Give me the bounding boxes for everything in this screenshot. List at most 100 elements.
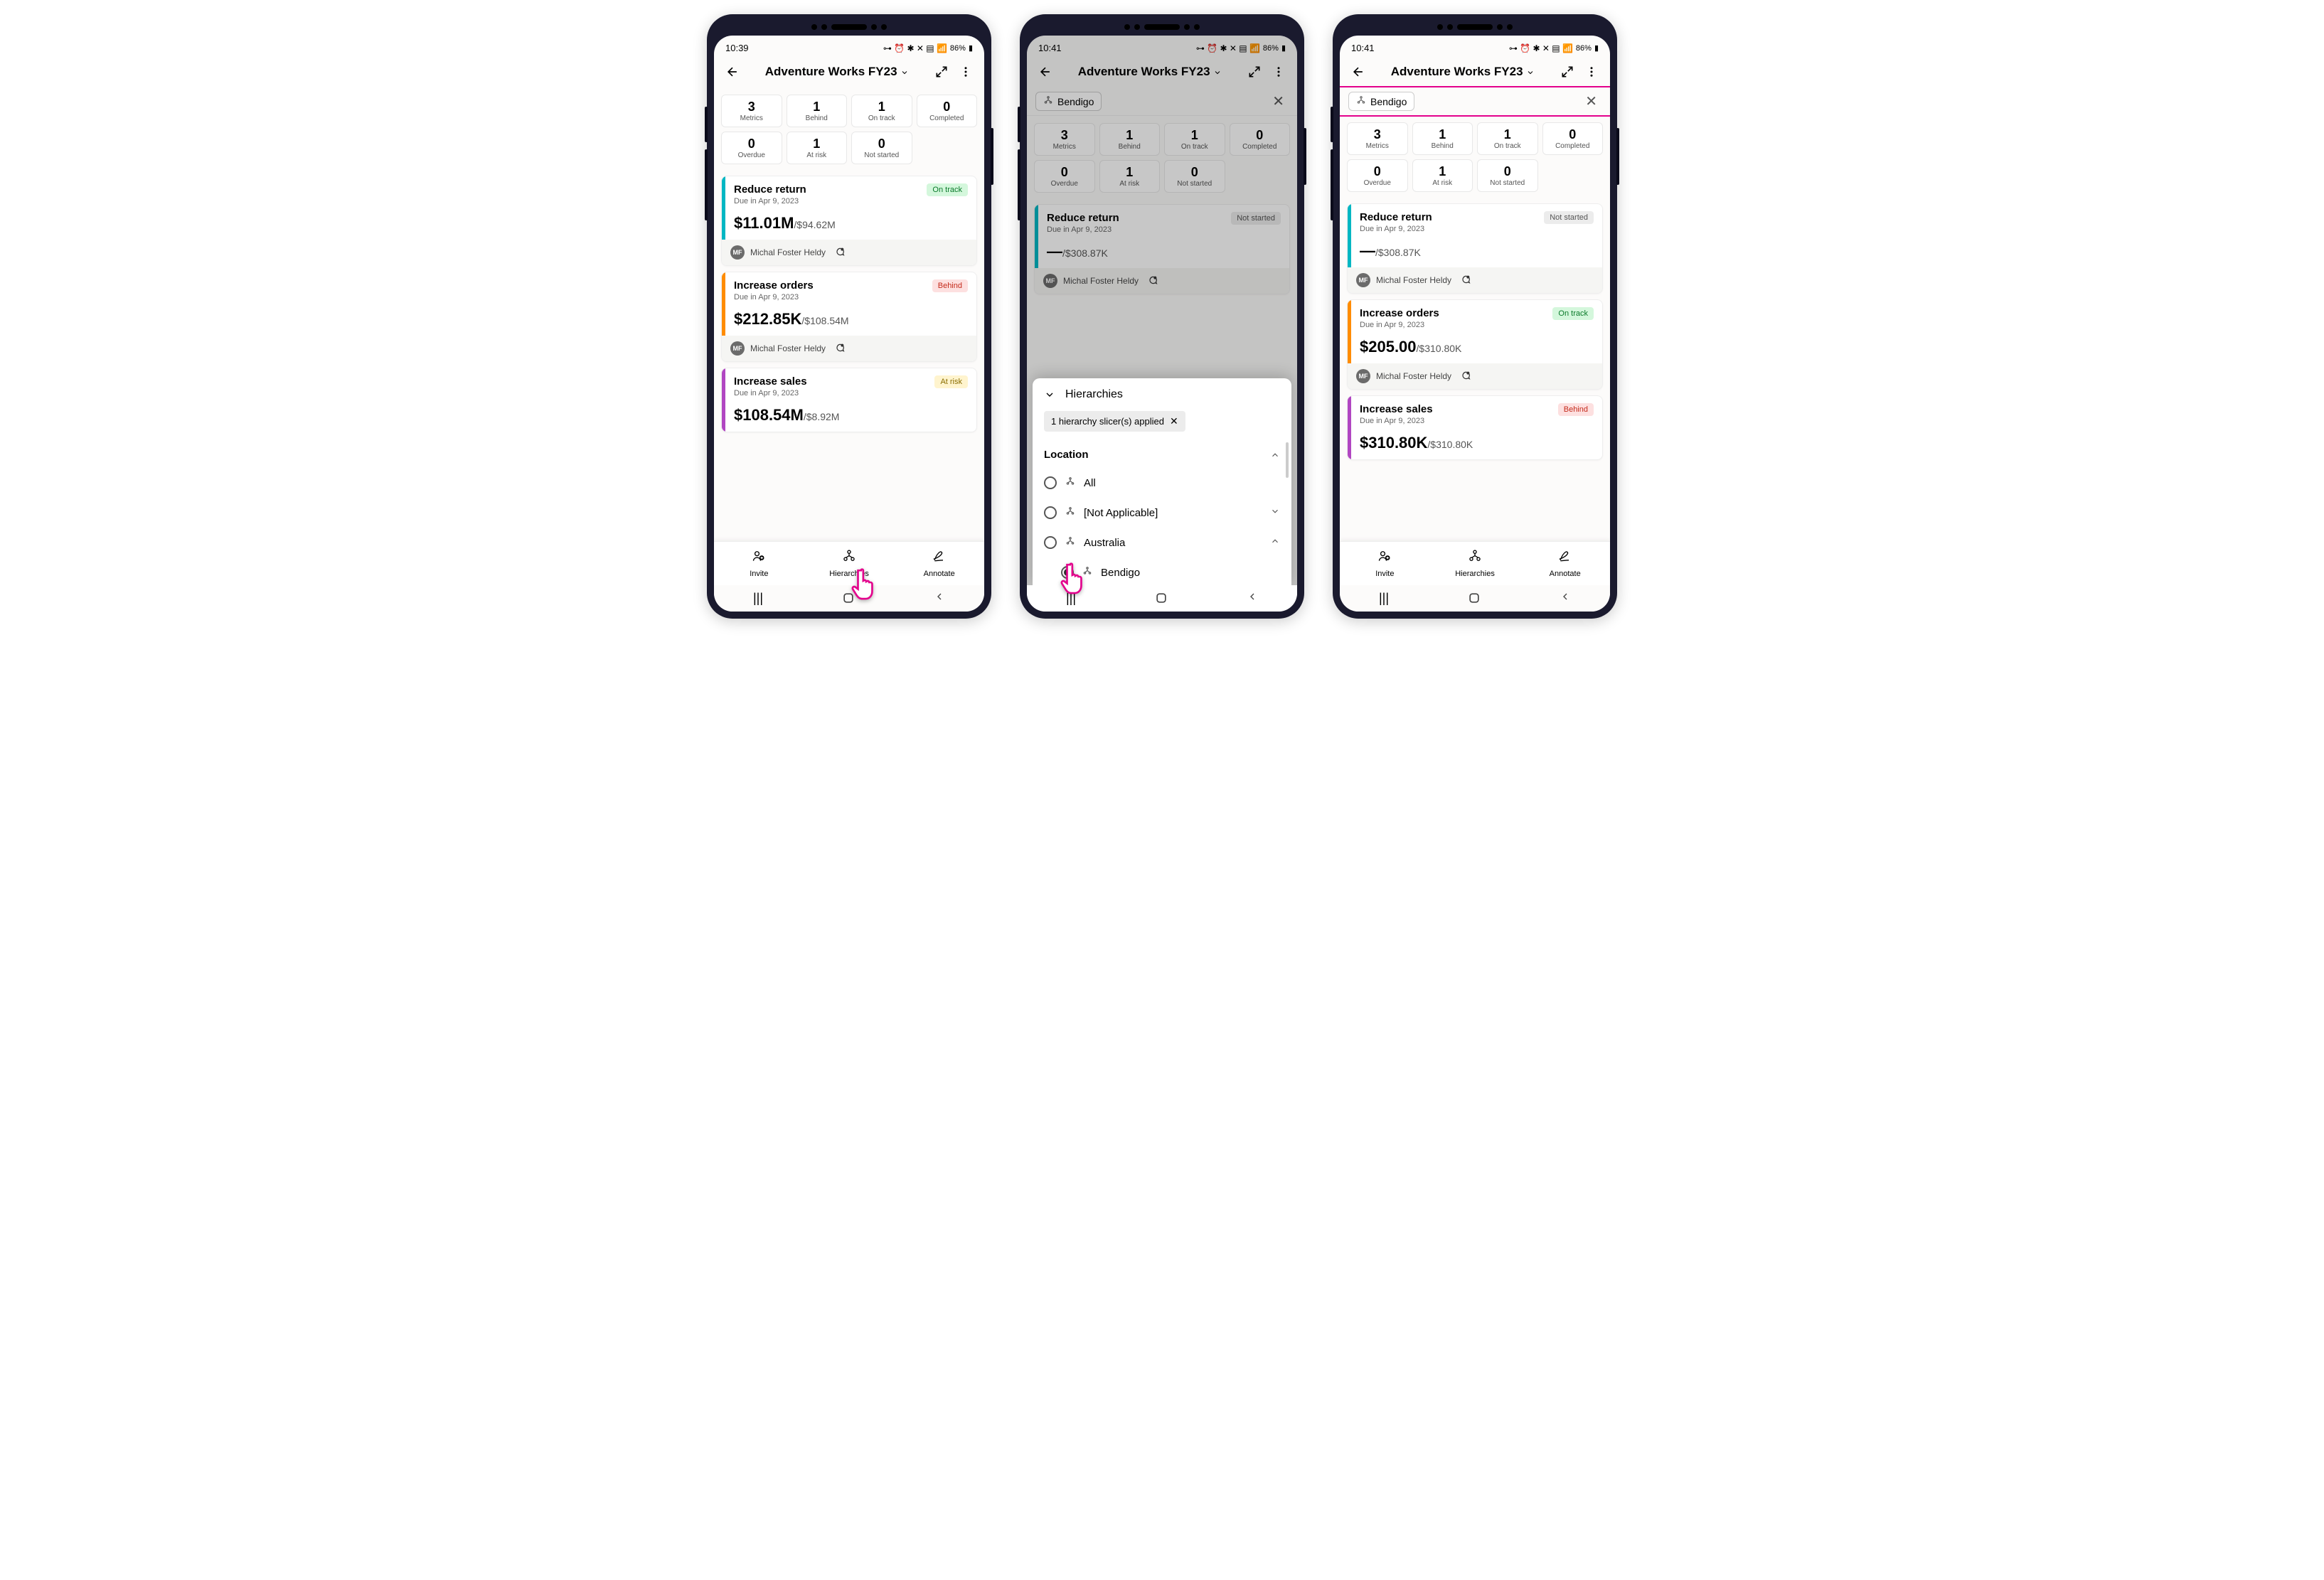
power-button[interactable] [1304, 128, 1306, 185]
recents-button[interactable]: ||| [1379, 591, 1389, 609]
applied-slicers-pill[interactable]: 1 hierarchy slicer(s) applied ✕ [1044, 411, 1185, 432]
invite-button[interactable]: Invite [1340, 542, 1430, 585]
notch [714, 21, 984, 36]
metric-title: Reduce return [734, 183, 921, 196]
volume-down-button[interactable] [1331, 149, 1333, 220]
metric-card-increase-sales[interactable]: Increase sales Due in Apr 9, 2023 $310.8… [1347, 395, 1603, 460]
back-icon[interactable] [724, 63, 741, 80]
stat-card-completed[interactable]: 0 Completed [1542, 122, 1604, 155]
metric-due: Due in Apr 9, 2023 [1360, 417, 1552, 425]
stat-card-behind[interactable]: 1 Behind [787, 95, 848, 127]
filter-chip-bendigo[interactable]: Bendigo [1348, 92, 1414, 111]
expand-icon[interactable] [933, 63, 950, 80]
volume-down-button[interactable] [1018, 149, 1020, 220]
expand-toggle[interactable] [1270, 536, 1280, 549]
avatar: MF [730, 341, 745, 356]
clear-filter-button[interactable]: ✕ [1581, 92, 1601, 110]
volume-up-button[interactable] [705, 107, 708, 142]
avatar: MF [1356, 369, 1370, 383]
expand-toggle[interactable] [1270, 506, 1280, 519]
status-icons: ⊶ ⏰ ✱ ✕ ▤ 📶 86% ▮ [883, 43, 973, 53]
stat-card-not-started[interactable]: 0 Not started [1477, 159, 1538, 192]
back-nav-button[interactable] [1560, 591, 1571, 609]
page-title[interactable]: Adventure Works FY23 [1374, 65, 1552, 79]
back-nav-button[interactable] [1247, 591, 1258, 609]
content-scroll[interactable]: 3 Metrics 1 Behind 1 On track 0 Complete… [1340, 115, 1610, 541]
stat-card-at-risk[interactable]: 1 At risk [787, 132, 848, 164]
radio-button[interactable] [1044, 506, 1057, 519]
stat-card-not-started[interactable]: 0 Not started [851, 132, 912, 164]
sheet-header[interactable]: Hierarchies [1044, 388, 1280, 401]
hierarchies-button[interactable]: Hierarchies [1430, 542, 1520, 585]
back-nav-button[interactable] [934, 591, 945, 609]
invite-button[interactable]: Invite [714, 542, 804, 585]
stat-card-at-risk[interactable]: 1 At risk [1412, 159, 1473, 192]
home-button[interactable] [1154, 591, 1168, 609]
metric-card-reduce-return[interactable]: Reduce return Due in Apr 9, 2023 $11.01M… [721, 176, 977, 266]
stat-card-on-track[interactable]: 1 On track [1477, 122, 1538, 155]
hierarchies-button[interactable]: Hierarchies [804, 542, 895, 585]
power-button[interactable] [991, 128, 993, 185]
hierarchy-option-all[interactable]: All [1044, 468, 1280, 498]
chat-icon[interactable] [1460, 370, 1471, 383]
stat-card-metrics[interactable]: 3 Metrics [721, 95, 782, 127]
metric-title: Increase sales [734, 375, 929, 388]
stat-card-overdue[interactable]: 0 Overdue [1347, 159, 1408, 192]
stat-card-completed[interactable]: 0 Completed [917, 95, 978, 127]
section-location[interactable]: Location [1044, 442, 1280, 468]
stats-row-1: 3 Metrics 1 Behind 1 On track 0 Complete… [721, 95, 977, 127]
stat-number: 1 [1479, 127, 1536, 142]
metric-card-increase-sales[interactable]: Increase sales Due in Apr 9, 2023 $108.5… [721, 368, 977, 432]
chat-icon[interactable] [834, 246, 846, 260]
home-button[interactable] [1467, 591, 1481, 609]
phone-frame-2: 10:41 ⊶ ⏰ ✱ ✕ ▤ 📶 86%▮ Adventure Works F… [1020, 14, 1304, 619]
volume-up-button[interactable] [1331, 107, 1333, 142]
hierarchy-option--not-applicable-[interactable]: [Not Applicable] [1044, 498, 1280, 528]
volume-up-button[interactable] [1018, 107, 1020, 142]
stats-row-1: 3 Metrics 1 Behind 1 On track 0 Complete… [1347, 122, 1603, 155]
screen-3: 10:41 ⊶ ⏰ ✱ ✕ ▤ 📶 86%▮ Adventure Works F… [1340, 36, 1610, 612]
stat-label: Overdue [1349, 179, 1406, 187]
status-bar: 10:39 ⊶ ⏰ ✱ ✕ ▤ 📶 86% ▮ [714, 36, 984, 56]
annotate-button[interactable]: Annotate [894, 542, 984, 585]
recents-button[interactable]: ||| [753, 591, 763, 609]
metric-due: Due in Apr 9, 2023 [734, 293, 927, 301]
metric-card-increase-orders[interactable]: Increase orders Due in Apr 9, 2023 $212.… [721, 272, 977, 362]
back-icon[interactable] [1350, 63, 1367, 80]
stat-card-on-track[interactable]: 1 On track [851, 95, 912, 127]
metric-due: Due in Apr 9, 2023 [734, 389, 929, 397]
volume-down-button[interactable] [705, 149, 708, 220]
hierarchy-option-australia[interactable]: Australia [1044, 528, 1280, 557]
clear-slicers-icon[interactable]: ✕ [1170, 415, 1178, 427]
filter-chip-bar-highlighted: Bendigo ✕ [1340, 86, 1610, 117]
stat-card-behind[interactable]: 1 Behind [1412, 122, 1473, 155]
metric-card-increase-orders[interactable]: Increase orders Due in Apr 9, 2023 $205.… [1347, 299, 1603, 390]
annotate-button[interactable]: Annotate [1520, 542, 1610, 585]
stat-card-overdue[interactable]: 0 Overdue [721, 132, 782, 164]
more-icon[interactable] [1583, 63, 1600, 80]
stat-number: 1 [789, 137, 846, 151]
expand-icon[interactable] [1559, 63, 1576, 80]
radio-button[interactable] [1044, 536, 1057, 549]
avatar: MF [730, 245, 745, 260]
radio-button[interactable] [1044, 476, 1057, 489]
stat-label: Behind [789, 114, 846, 122]
chat-icon[interactable] [1460, 274, 1471, 287]
stats-row-2: 0 Overdue 1 At risk 0 Not started [1347, 159, 1603, 192]
radio-button[interactable] [1061, 566, 1074, 579]
stat-label: At risk [789, 151, 846, 159]
chevron-up-icon [1270, 450, 1280, 460]
stat-number: 0 [1545, 127, 1601, 142]
metric-card-reduce-return[interactable]: Reduce return Due in Apr 9, 2023 —/$308.… [1347, 203, 1603, 294]
chat-icon[interactable] [834, 342, 846, 356]
stat-card-metrics[interactable]: 3 Metrics [1347, 122, 1408, 155]
power-button[interactable] [1616, 128, 1619, 185]
clock: 10:39 [725, 43, 749, 53]
home-button[interactable] [841, 591, 855, 609]
recents-button[interactable]: ||| [1066, 591, 1076, 609]
more-icon[interactable] [957, 63, 974, 80]
stat-label: On track [853, 114, 910, 122]
hierarchy-option-bendigo[interactable]: Bendigo [1044, 557, 1280, 587]
content-scroll[interactable]: 3 Metrics 1 Behind 1 On track 0 Complete… [714, 87, 984, 541]
page-title[interactable]: Adventure Works FY23 [748, 65, 926, 79]
